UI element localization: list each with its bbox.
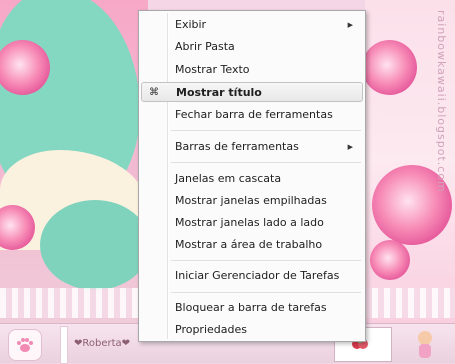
menu-item-janelas-cascata[interactable]: Janelas em cascata: [141, 169, 363, 189]
menu-item-label: Exibir: [175, 18, 207, 31]
submenu-arrow-icon: ▶: [347, 21, 353, 29]
menu-separator: [171, 260, 361, 261]
menu-item-janelas-lado-a-lado[interactable]: Mostrar janelas lado a lado: [141, 213, 363, 233]
menu-item-label: Mostrar janelas empilhadas: [175, 194, 327, 207]
command-check-icon: ⌘: [149, 87, 159, 98]
menu-item-bloquear-barra[interactable]: Bloquear a barra de tarefas: [141, 298, 363, 318]
menu-item-label: Fechar barra de ferramentas: [175, 108, 333, 121]
taskbar-divider: [60, 326, 68, 364]
menu-item-barras-ferramentas[interactable]: Barras de ferramentas ▶: [141, 137, 363, 157]
doll-icon[interactable]: [410, 328, 440, 360]
rose-decoration: [370, 240, 410, 280]
menu-item-abrir-pasta[interactable]: Abrir Pasta: [141, 37, 363, 57]
rose-decoration: [362, 40, 417, 95]
menu-item-label: Abrir Pasta: [175, 40, 235, 53]
menu-item-mostrar-area-trabalho[interactable]: Mostrar a área de trabalho: [141, 235, 363, 255]
submenu-arrow-icon: ▶: [347, 143, 353, 151]
menu-item-label: Iniciar Gerenciador de Tarefas: [175, 269, 340, 282]
menu-item-label: Propriedades: [175, 323, 247, 336]
menu-item-fechar-barra[interactable]: Fechar barra de ferramentas: [141, 105, 363, 125]
start-button[interactable]: [8, 329, 42, 361]
menu-item-mostrar-titulo[interactable]: ⌘ Mostrar título: [141, 82, 363, 102]
menu-item-label: Mostrar título: [176, 86, 262, 99]
menu-separator: [171, 130, 361, 131]
menu-item-label: Mostrar Texto: [175, 63, 250, 76]
menu-item-mostrar-texto[interactable]: Mostrar Texto: [141, 60, 363, 80]
menu-item-label: Mostrar janelas lado a lado: [175, 216, 324, 229]
menu-separator: [171, 292, 361, 293]
watermark-text: rainbowkawaii.blogspot.com: [435, 10, 448, 193]
menu-item-label: Barras de ferramentas: [175, 140, 299, 153]
context-menu: Exibir ▶ Abrir Pasta Mostrar Texto ⌘ Mos…: [138, 10, 366, 342]
menu-item-propriedades[interactable]: Propriedades: [141, 320, 363, 340]
menu-item-janelas-empilhadas[interactable]: Mostrar janelas empilhadas: [141, 191, 363, 211]
menu-item-label: Bloquear a barra de tarefas: [175, 301, 327, 314]
menu-separator: [171, 162, 361, 163]
paw-icon: [17, 338, 33, 352]
menu-item-exibir[interactable]: Exibir ▶: [141, 15, 363, 35]
menu-item-label: Mostrar a área de trabalho: [175, 238, 323, 251]
menu-item-gerenciador-tarefas[interactable]: Iniciar Gerenciador de Tarefas: [141, 266, 363, 286]
menu-item-label: Janelas em cascata: [175, 172, 282, 185]
mint-paw-illustration: [40, 200, 150, 290]
